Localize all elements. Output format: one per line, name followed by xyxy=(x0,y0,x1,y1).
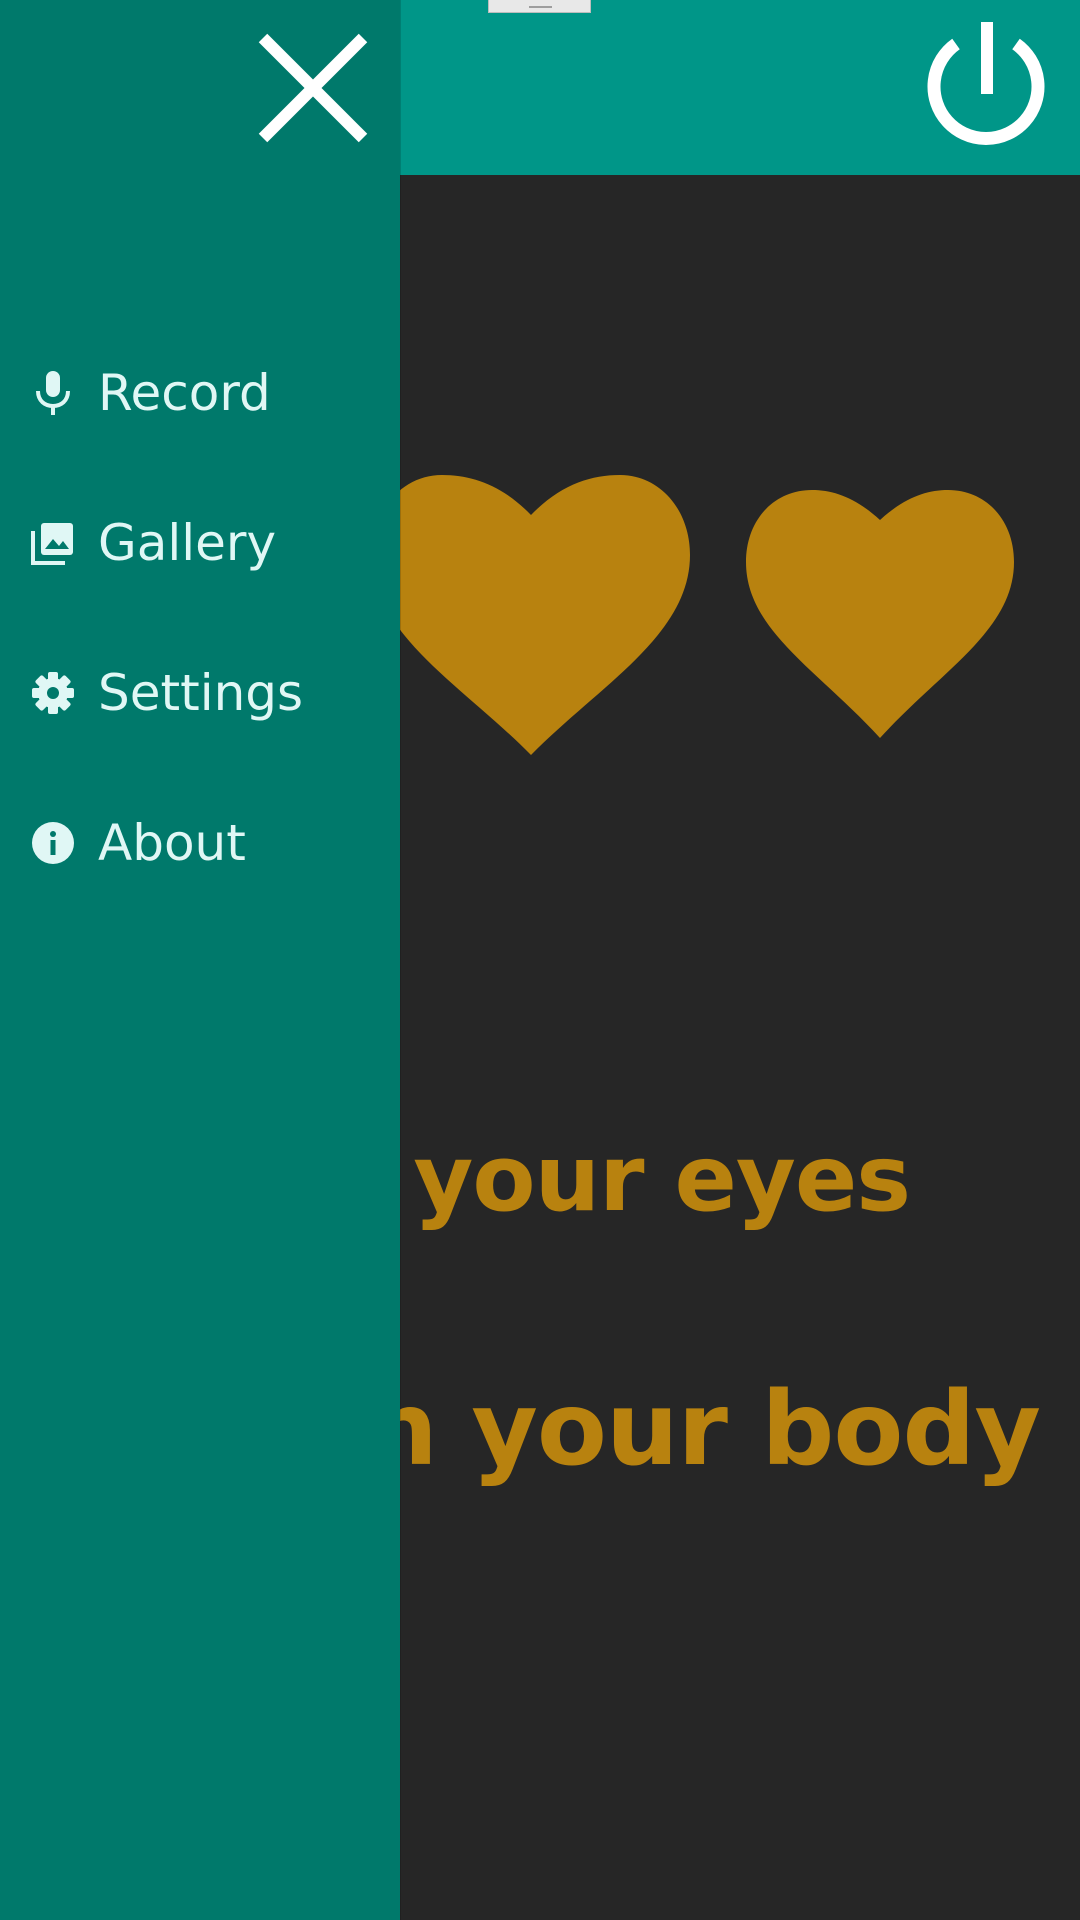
drawer-item-settings[interactable]: Settings xyxy=(0,618,400,768)
power-button[interactable] xyxy=(925,20,1047,150)
navigation-drawer: Record Gallery Settings About xyxy=(0,0,400,1920)
photo-library-icon xyxy=(28,518,78,568)
drawer-edge xyxy=(400,0,401,1920)
info-icon xyxy=(28,818,78,868)
microphone-icon xyxy=(28,368,78,418)
power-icon xyxy=(927,22,1045,145)
drag-handle[interactable] xyxy=(488,0,591,13)
heart-icon xyxy=(372,475,690,755)
drawer-item-label: Record xyxy=(98,364,271,422)
drawer-header xyxy=(0,0,400,175)
gear-icon xyxy=(28,668,78,718)
drawer-menu: Record Gallery Settings About xyxy=(0,318,400,918)
drawer-item-label: Gallery xyxy=(98,514,277,572)
content-text-line-1: e your eyes xyxy=(320,1125,911,1232)
drawer-item-about[interactable]: About xyxy=(0,768,400,918)
drawer-item-label: About xyxy=(98,814,246,872)
app-screen: e your eyes with your body Record Galler… xyxy=(0,0,1080,1920)
close-drawer-button[interactable] xyxy=(258,33,368,143)
close-icon xyxy=(258,33,368,143)
drawer-item-gallery[interactable]: Gallery xyxy=(0,468,400,618)
heart-icon xyxy=(746,490,1014,738)
drawer-item-label: Settings xyxy=(98,664,304,722)
drawer-item-record[interactable]: Record xyxy=(0,318,400,468)
